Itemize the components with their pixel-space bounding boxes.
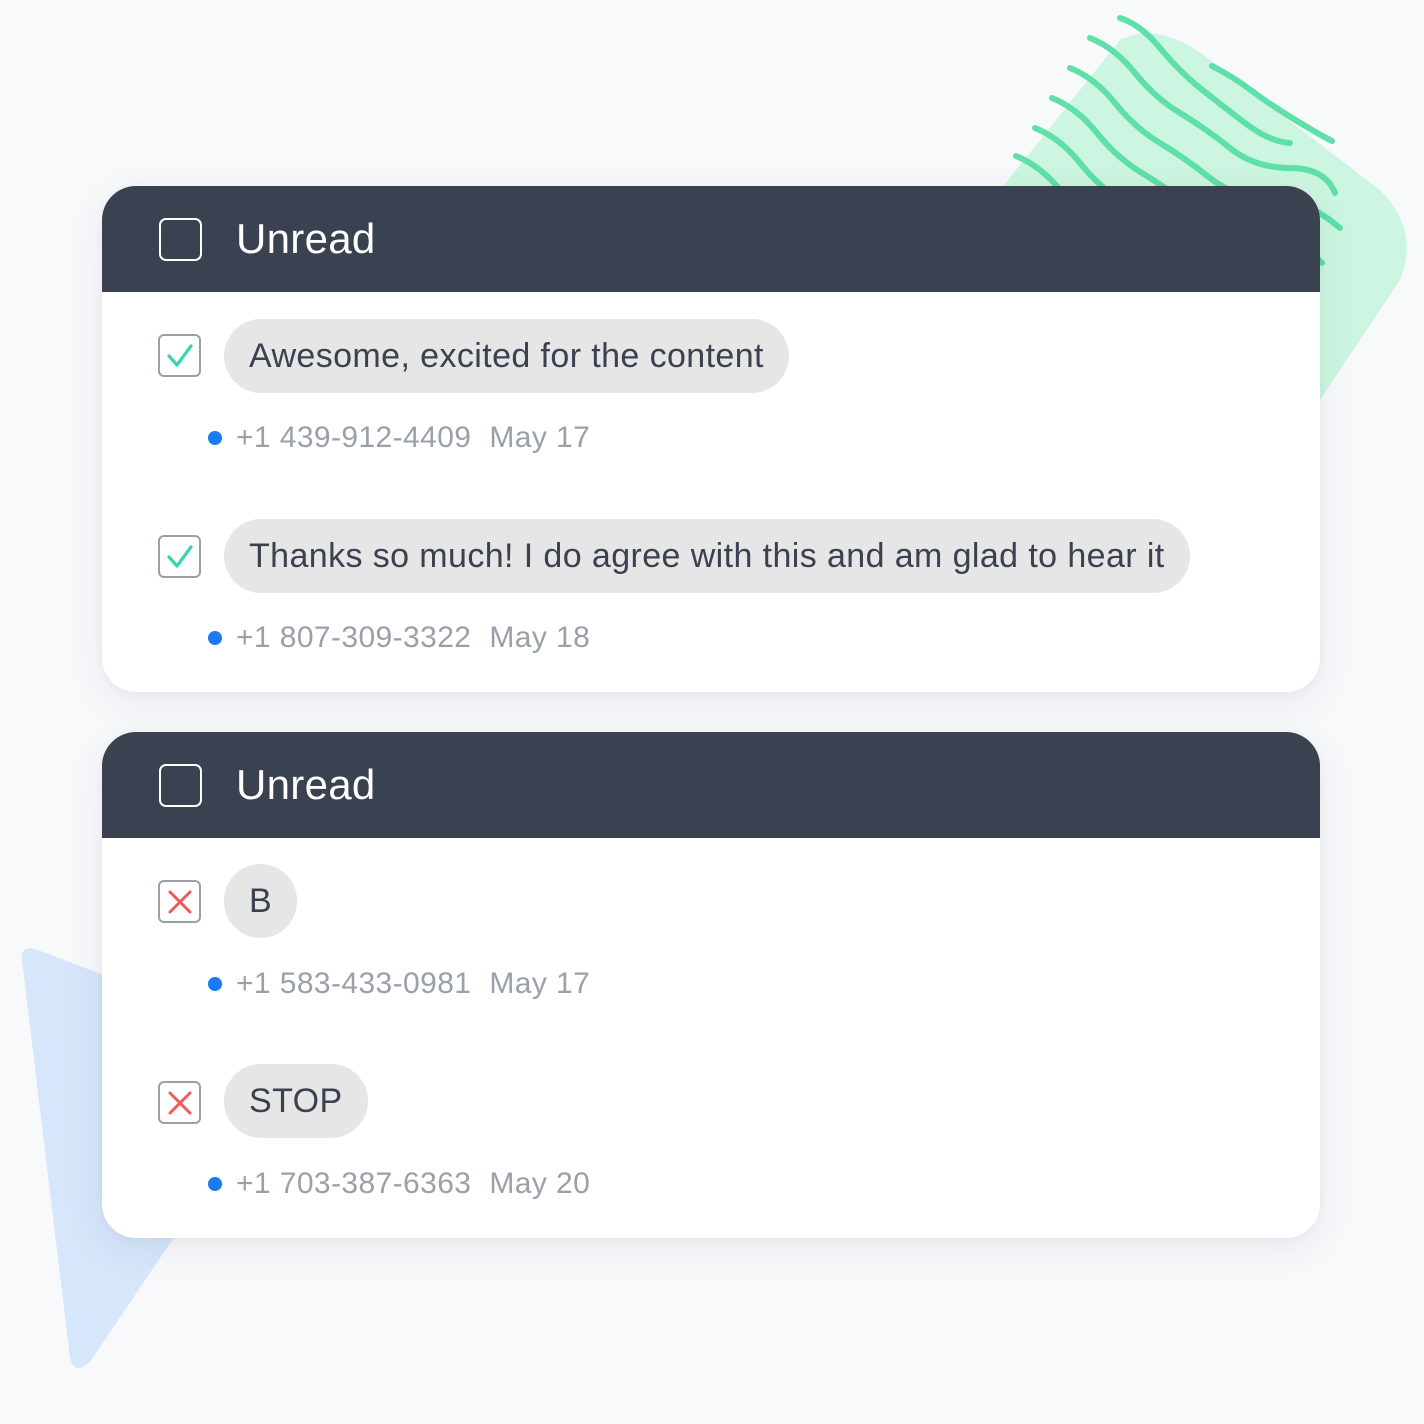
message-checkbox[interactable]	[158, 535, 201, 578]
cross-icon	[168, 1091, 191, 1114]
message-group-card: Unread Awesome, excited for the content …	[102, 186, 1320, 692]
message-item[interactable]: Awesome, excited for the content +1 439-…	[102, 292, 1320, 472]
message-bubble: Awesome, excited for the content	[224, 319, 789, 393]
message-meta: +1 807-309-3322 May 18	[208, 618, 590, 658]
checkmark-icon	[166, 343, 193, 367]
message-date: May 17	[489, 421, 591, 454]
message-checkbox[interactable]	[158, 334, 201, 377]
unread-dot-icon	[208, 431, 222, 445]
group-title: Unread	[236, 761, 376, 808]
message-bubble: STOP	[224, 1064, 368, 1138]
sender-phone: +1 703-387-6363	[236, 1167, 472, 1200]
sender-phone: +1 439-912-4409	[236, 421, 472, 454]
group-header: Unread	[102, 186, 1320, 292]
message-meta: +1 583-433-0981 May 17	[208, 964, 590, 1004]
unread-dot-icon	[208, 977, 222, 991]
message-date: May 20	[489, 1167, 591, 1200]
sender-phone: +1 807-309-3322	[236, 621, 472, 654]
group-title: Unread	[236, 215, 376, 262]
select-all-checkbox[interactable]	[159, 218, 202, 261]
message-item[interactable]: B +1 583-433-0981 May 17	[102, 838, 1320, 1018]
checkmark-icon	[166, 544, 193, 568]
sender-phone: +1 583-433-0981	[236, 967, 472, 1000]
page: Unread Awesome, excited for the content …	[0, 0, 1424, 1424]
message-meta: +1 703-387-6363 May 20	[208, 1164, 590, 1204]
message-item[interactable]: STOP +1 703-387-6363 May 20	[102, 1038, 1320, 1218]
message-checkbox[interactable]	[158, 1081, 201, 1124]
message-bubble: Thanks so much! I do agree with this and…	[224, 519, 1190, 593]
message-date: May 18	[489, 621, 591, 654]
message-checkbox[interactable]	[158, 880, 201, 923]
message-item[interactable]: Thanks so much! I do agree with this and…	[102, 492, 1320, 672]
unread-dot-icon	[208, 1177, 222, 1191]
message-group-card: Unread B +1 583-433-0981 May 17 STOP +1 …	[102, 732, 1320, 1238]
select-all-checkbox[interactable]	[159, 764, 202, 807]
message-meta: +1 439-912-4409 May 17	[208, 418, 590, 458]
cross-icon	[168, 890, 191, 913]
message-bubble: B	[224, 864, 298, 938]
group-header: Unread	[102, 732, 1320, 838]
unread-dot-icon	[208, 631, 222, 645]
message-date: May 17	[489, 967, 591, 1000]
